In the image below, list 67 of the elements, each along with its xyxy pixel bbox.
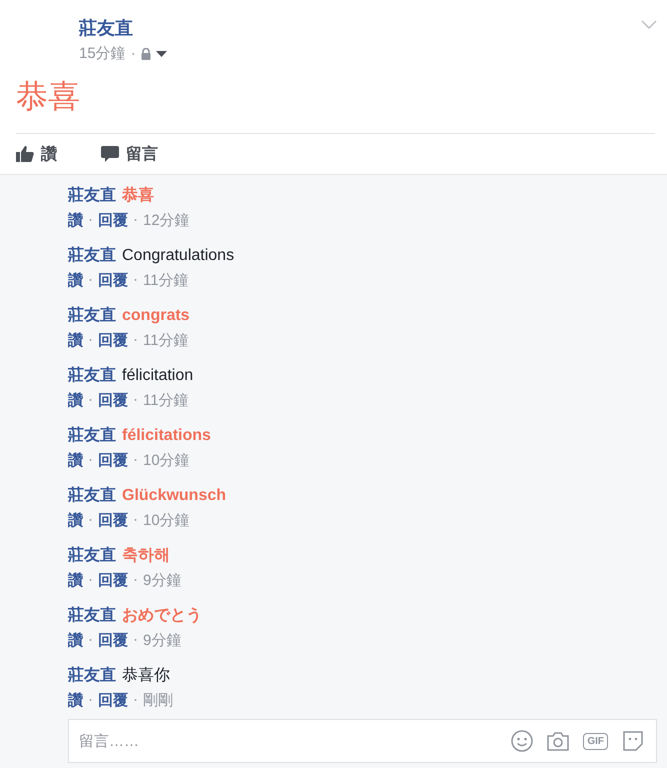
comment-author[interactable]: 莊友直 <box>68 365 116 386</box>
separator: · <box>130 45 136 62</box>
comment-author[interactable]: 莊友直 <box>68 425 116 446</box>
smiley-icon[interactable] <box>511 730 534 752</box>
reply-link[interactable]: 回覆 <box>98 691 128 710</box>
post-message: 恭喜 <box>15 77 81 116</box>
separator: · <box>133 391 138 410</box>
reply-link[interactable]: 回覆 <box>98 271 128 290</box>
comment-author[interactable]: 莊友直 <box>68 605 116 626</box>
comment-text: Glückwunsch <box>122 487 226 505</box>
like-link[interactable]: 讚 <box>68 331 83 350</box>
separator: · <box>88 391 93 410</box>
like-link[interactable]: 讚 <box>68 511 83 530</box>
chevron-icon[interactable] <box>641 20 657 29</box>
like-link[interactable]: 讚 <box>68 691 83 710</box>
comment-author[interactable]: 莊友直 <box>68 185 116 206</box>
separator: · <box>88 691 93 710</box>
comment-text: 축하해 <box>122 546 170 566</box>
like-link[interactable]: 讚 <box>68 271 83 290</box>
reply-link[interactable]: 回覆 <box>98 571 128 590</box>
comment-author[interactable]: 莊友直 <box>68 545 116 566</box>
like-link[interactable]: 讚 <box>68 211 83 230</box>
separator: · <box>133 331 138 350</box>
comment-text: félicitations <box>122 427 211 445</box>
like-link[interactable]: 讚 <box>68 391 83 410</box>
separator: · <box>133 211 138 230</box>
reply-link[interactable]: 回覆 <box>98 511 128 530</box>
separator: · <box>133 451 138 470</box>
comment-text: おめでとう <box>122 606 202 626</box>
caret-icon[interactable] <box>156 50 167 56</box>
separator: · <box>88 571 93 590</box>
separator: · <box>133 511 138 530</box>
separator: · <box>133 271 138 290</box>
comment-author[interactable]: 莊友直 <box>68 305 116 326</box>
separator: · <box>88 511 93 530</box>
like-link[interactable]: 讚 <box>68 451 83 470</box>
reply-link[interactable]: 回覆 <box>98 631 128 650</box>
comment-button[interactable]: 留言 <box>101 144 158 164</box>
reply-link[interactable]: 回覆 <box>98 451 128 470</box>
author-name[interactable]: 莊友直 <box>79 16 167 40</box>
thumbs-up-icon <box>16 146 34 162</box>
separator: · <box>88 271 93 290</box>
like-link[interactable]: 讚 <box>68 631 83 650</box>
separator: · <box>88 631 93 650</box>
separator: · <box>88 451 93 470</box>
comment-text: 恭喜 <box>122 186 154 206</box>
separator: · <box>133 631 138 650</box>
comment-text: 恭喜你 <box>122 666 170 686</box>
separator: · <box>88 331 93 350</box>
comment-author[interactable]: 莊友直 <box>68 245 116 266</box>
reply-link[interactable]: 回覆 <box>98 331 128 350</box>
comment-text: félicitation <box>122 367 194 385</box>
lock-icon <box>140 48 151 60</box>
comment-author[interactable]: 莊友直 <box>68 485 116 506</box>
reply-link[interactable]: 回覆 <box>98 211 128 230</box>
sticker-icon[interactable] <box>622 730 644 752</box>
reply-link[interactable]: 回覆 <box>98 391 128 410</box>
comment-text: Congratulations <box>122 247 234 265</box>
like-button[interactable]: 讚 <box>16 144 57 164</box>
speech-bubble-icon <box>101 146 119 162</box>
separator: · <box>133 571 138 590</box>
separator: · <box>88 211 93 230</box>
separator: · <box>133 691 138 710</box>
camera-icon[interactable] <box>547 731 570 751</box>
comment-text: congrats <box>122 307 190 325</box>
comment-author[interactable]: 莊友直 <box>68 665 116 686</box>
like-link[interactable]: 讚 <box>68 571 83 590</box>
